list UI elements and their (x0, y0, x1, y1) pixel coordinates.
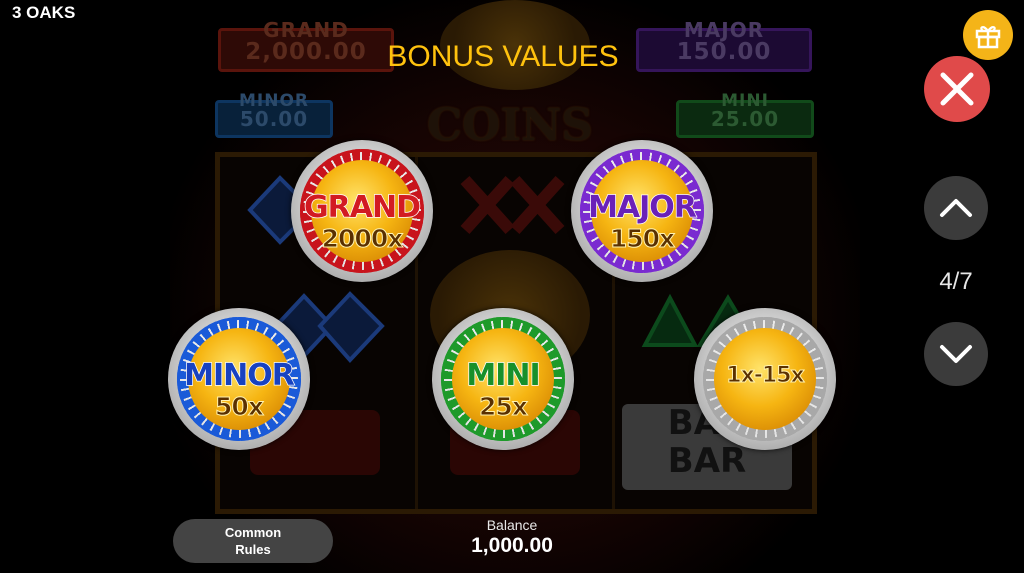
coin-range-multiplier: 1x-15x (726, 363, 805, 389)
brand-title: 3 OAKS (12, 3, 76, 22)
page-down-button[interactable] (924, 322, 988, 386)
page-up-button[interactable] (924, 176, 988, 240)
bg-jackpot-major-value: 150.00 (676, 39, 772, 65)
bg-jackpot-minor: MINOR 50.00 (215, 91, 333, 138)
balance-label: Balance (486, 517, 538, 533)
bg-jackpot-mini: MINI 25.00 (676, 91, 814, 138)
coin-grand: GRAND 2000x (291, 140, 433, 282)
chevron-up-icon (940, 199, 972, 217)
bg-red-x-symbol (460, 175, 565, 235)
coin-mini-name: MINI (466, 357, 542, 394)
coin-grand-multiplier: 2000x (321, 224, 404, 254)
coin-minor-multiplier: 50x (215, 392, 265, 422)
bg-jackpot-minor-value: 50.00 (239, 107, 309, 131)
game-background: GRAND 2,000.00 MAJOR 150.00 MINOR 50.00 … (0, 0, 1024, 573)
common-rules-button[interactable]: Common Rules (173, 519, 333, 563)
coin-major-multiplier: 150x (609, 224, 675, 254)
coin-mini: MINI 25x (432, 308, 574, 450)
balance-value: 1,000.00 (471, 534, 553, 557)
close-icon (940, 72, 974, 106)
gift-icon (975, 26, 1001, 49)
common-rules-label: Common Rules (224, 525, 282, 557)
bg-jackpot-mini-value: 25.00 (710, 107, 780, 131)
bg-jackpot-major: MAJOR 150.00 (636, 18, 812, 72)
coin-major: MAJOR 150x (571, 140, 713, 282)
coin-minor-name: MINOR (183, 357, 295, 394)
bg-logo-text: COINS (427, 100, 593, 151)
coin-mini-multiplier: 25x (479, 392, 529, 422)
coin-grand-name: GRAND (303, 189, 421, 226)
bg-jackpot-grand-value: 2,000.00 (245, 39, 367, 65)
gift-button[interactable] (963, 10, 1013, 60)
chevron-down-icon (940, 345, 972, 363)
coin-minor: MINOR 50x (168, 308, 310, 450)
coin-range: 1x-15x (694, 308, 836, 450)
bg-jackpot-grand: GRAND 2,000.00 (218, 18, 394, 72)
page-title: BONUS VALUES (387, 40, 619, 73)
page-counter: 4/7 (939, 268, 973, 295)
coin-major-name: MAJOR (587, 189, 697, 226)
close-button[interactable] (924, 56, 990, 122)
